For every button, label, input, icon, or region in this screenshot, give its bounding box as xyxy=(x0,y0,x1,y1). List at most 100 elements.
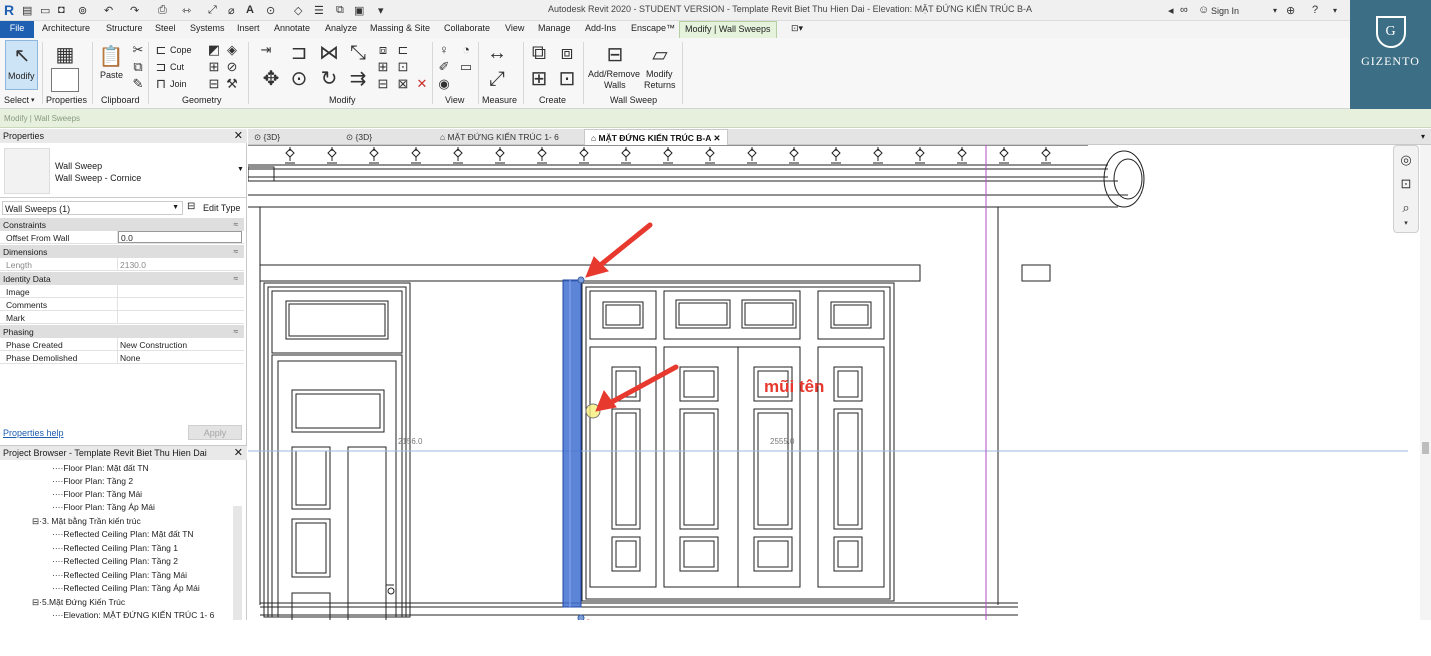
tab-insert[interactable]: Insert xyxy=(237,23,260,33)
help-dropdown-icon[interactable]: ▾ xyxy=(1333,6,1337,15)
create-parts-icon[interactable]: ⧈ xyxy=(554,40,580,66)
unjoin-icon[interactable]: ⊟ xyxy=(206,76,222,92)
collapse-icon[interactable]: ≈ xyxy=(233,326,238,336)
edit-type-button[interactable]: ⊟ Edit Type xyxy=(187,200,243,215)
cut-scissors-icon[interactable]: ✂ xyxy=(130,42,146,58)
split-gap-icon[interactable]: ⊠ xyxy=(395,76,411,92)
array-icon[interactable]: ⊞ xyxy=(375,59,391,75)
tab-enscape[interactable]: Enscape™ xyxy=(631,23,675,33)
collapse-icon[interactable]: ⊟ xyxy=(32,597,39,607)
section-icon[interactable]: ◇ xyxy=(294,4,302,17)
redo-icon[interactable]: ↷ xyxy=(130,4,139,17)
property-row[interactable]: Mark xyxy=(0,311,244,324)
join-button[interactable]: Join xyxy=(170,79,187,89)
modify-returns-icon[interactable]: ▱ xyxy=(647,42,673,68)
rotate-icon[interactable]: ↻ xyxy=(316,66,342,92)
paint-icon[interactable]: ◈ xyxy=(224,42,240,58)
browser-group[interactable]: ⊟·3. Mặt bằng Trần kiến trúc xyxy=(32,516,141,527)
open-folder-icon[interactable]: ▭ xyxy=(40,4,50,17)
tab-modify-wall-sweeps[interactable]: Modify | Wall Sweeps xyxy=(679,21,777,38)
collapse-icon[interactable]: ≈ xyxy=(233,273,238,283)
split-icon[interactable]: ⧈ xyxy=(375,42,391,58)
browser-item[interactable]: ····Floor Plan: Tầng Mái xyxy=(52,489,142,499)
join-icon[interactable]: ⊓ xyxy=(153,76,169,92)
paint-bucket-icon[interactable]: ◉ xyxy=(436,76,452,92)
mirror-draw-icon[interactable]: ⤡ xyxy=(345,40,371,66)
browser-item[interactable]: ····Reflected Ceiling Plan: Tầng Mái xyxy=(52,570,187,580)
close-icon[interactable]: ✕ xyxy=(713,133,720,143)
tab-add-ins[interactable]: Add-Ins xyxy=(585,23,616,33)
collapse-icon[interactable]: ≈ xyxy=(233,219,238,229)
close-icon[interactable]: ✕ xyxy=(234,446,243,459)
view-tab[interactable]: ⊙ {3D} xyxy=(340,129,378,145)
switch-windows-icon[interactable]: ▣ xyxy=(354,4,364,17)
zoom-region-icon[interactable]: ⊡ xyxy=(1398,176,1414,192)
property-row[interactable]: Phase Created New Construction xyxy=(0,338,244,351)
modify-returns-label-2[interactable]: Returns xyxy=(644,80,676,90)
tab-annotate[interactable]: Annotate xyxy=(274,23,310,33)
group-identity-data[interactable]: Identity Data ≈ xyxy=(0,272,244,285)
instance-filter-dropdown[interactable]: Wall Sweeps (1) ▼ xyxy=(2,201,183,215)
property-value[interactable]: New Construction xyxy=(120,340,187,350)
drawing-canvas[interactable]: 2156.0 2555.0 mũi tên xyxy=(248,145,1431,620)
tab-systems[interactable]: Systems xyxy=(190,23,225,33)
tab-architecture[interactable]: Architecture xyxy=(42,23,90,33)
aligned-dimension-icon[interactable]: ⤢ xyxy=(484,66,510,92)
browser-item[interactable]: ····Reflected Ceiling Plan: Mặt đất TN xyxy=(52,529,194,539)
property-value[interactable]: None xyxy=(120,353,140,363)
match-type-icon[interactable]: ✎ xyxy=(130,76,146,92)
offset-icon[interactable]: ⊐ xyxy=(286,40,312,66)
tab-list-dropdown-icon[interactable]: ▾ xyxy=(1421,132,1425,141)
delete-icon[interactable]: ✕ xyxy=(414,76,430,92)
paste-icon[interactable]: 📋 xyxy=(98,44,124,70)
trim-extend-icon[interactable]: ⇉ xyxy=(345,66,371,92)
text-icon[interactable]: A xyxy=(246,4,254,16)
modify-button[interactable]: ↖ Modify xyxy=(5,40,38,90)
revit-logo-icon[interactable]: R xyxy=(4,2,14,18)
tab-structure[interactable]: Structure xyxy=(106,23,143,33)
add-remove-walls-label[interactable]: Add/Remove xyxy=(588,69,640,79)
tab-massing-site[interactable]: Massing & Site xyxy=(370,23,430,33)
properties-help-link[interactable]: Properties help xyxy=(3,428,64,438)
select-dropdown-icon[interactable]: ▾ xyxy=(31,96,35,104)
hide-element-icon[interactable]: ▭ xyxy=(458,59,474,75)
copy-element-icon[interactable]: ⊙ xyxy=(286,66,312,92)
binoculars-icon[interactable]: ∞ xyxy=(1180,4,1188,16)
tag-icon[interactable]: ⌀ xyxy=(228,4,235,17)
demolish-icon[interactable]: ⊘ xyxy=(224,59,240,75)
help-icon[interactable]: ? xyxy=(1312,4,1318,16)
cart-icon[interactable]: ⊕ xyxy=(1286,4,1295,17)
cut-button[interactable]: Cut xyxy=(170,62,184,72)
vertical-scrollbar[interactable] xyxy=(1420,145,1431,620)
chevron-down-icon[interactable]: ▾ xyxy=(1398,216,1414,232)
cope-button[interactable]: Cope xyxy=(170,45,192,55)
hammer-icon[interactable]: ⚒ xyxy=(224,76,240,92)
ribbon-display-toggle-icon[interactable]: ⊡▾ xyxy=(791,23,803,34)
group-phasing[interactable]: Phasing ≈ xyxy=(0,325,244,338)
wall-joins-icon[interactable]: ⊞ xyxy=(206,59,222,75)
save-icon[interactable]: ◘ xyxy=(58,4,65,16)
3d-view-icon[interactable]: ⊙ xyxy=(266,4,275,17)
override-graphics-icon[interactable]: ♀ xyxy=(436,42,452,58)
close-hidden-icon[interactable]: ⧉ xyxy=(336,4,344,17)
sign-in-dropdown-icon[interactable]: ▾ xyxy=(1273,6,1277,15)
browser-item[interactable]: ····Reflected Ceiling Plan: Tầng 2 xyxy=(52,556,178,566)
collapse-icon[interactable]: ⊟ xyxy=(32,516,39,526)
zoom-icon[interactable]: ⌕ xyxy=(1398,200,1414,216)
tab-file[interactable]: File xyxy=(0,21,34,38)
property-row[interactable]: Image xyxy=(0,285,244,298)
undo-icon[interactable]: ↶ xyxy=(104,4,113,17)
tab-analyze[interactable]: Analyze xyxy=(325,23,357,33)
tab-manage[interactable]: Manage xyxy=(538,23,571,33)
view-tab[interactable]: ⊙ {3D} xyxy=(248,129,286,145)
group-constraints[interactable]: Constraints ≈ xyxy=(0,218,244,231)
linework-icon[interactable]: ✐ xyxy=(436,59,452,75)
property-row[interactable]: Offset From Wall 0.0 xyxy=(0,231,244,244)
cope-icon[interactable]: ⊏ xyxy=(153,42,169,58)
add-remove-walls-icon[interactable]: ⊟ xyxy=(602,42,628,68)
print-icon[interactable]: ⎙ xyxy=(158,4,167,17)
collapse-icon[interactable]: ≈ xyxy=(233,246,238,256)
close-icon[interactable]: ✕ xyxy=(234,129,243,142)
cut-geometry-icon[interactable]: ⊐ xyxy=(153,59,169,75)
tab-steel[interactable]: Steel xyxy=(155,23,176,33)
